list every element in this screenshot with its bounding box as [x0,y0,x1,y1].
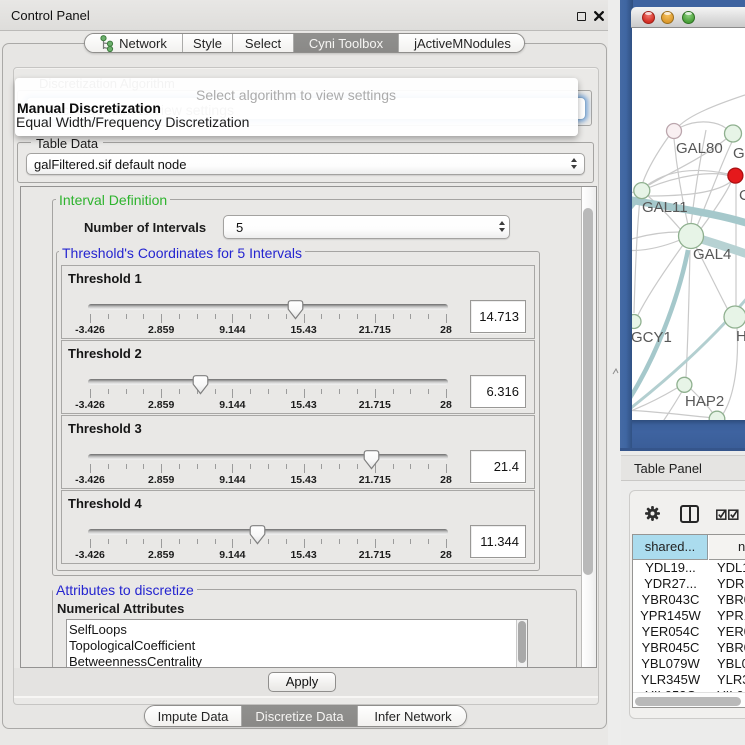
svg-text:GCY1: GCY1 [632,329,672,346]
svg-text:G.: G. [733,145,745,162]
svg-text:H: H [736,328,745,345]
svg-text:GAL4: GAL4 [693,246,731,263]
svg-text:GAL11: GAL11 [642,199,688,216]
svg-text:C: C [739,187,745,204]
svg-text:HAP2: HAP2 [685,393,724,410]
svg-text:GAL80: GAL80 [676,140,723,157]
